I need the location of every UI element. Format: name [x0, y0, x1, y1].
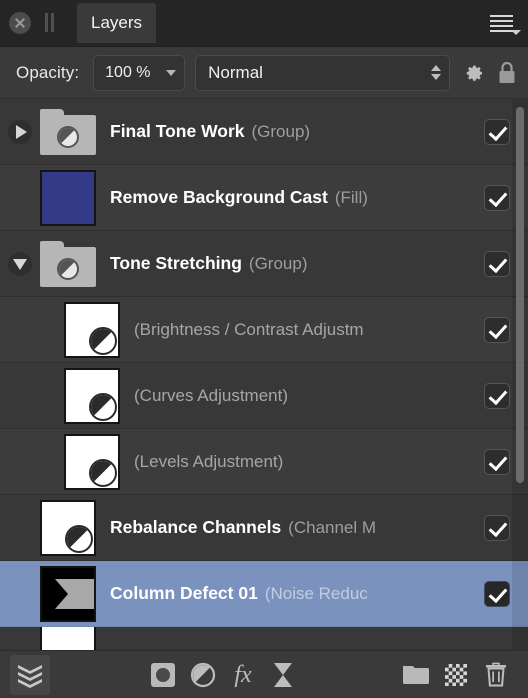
fx-icon[interactable]: fx	[223, 655, 263, 695]
close-icon[interactable]	[9, 11, 31, 34]
blend-mode-select[interactable]: Normal	[195, 54, 450, 91]
tab-layers[interactable]: Layers	[77, 2, 157, 43]
table-row[interactable]: Rebalance Channels (Channel M	[0, 495, 528, 561]
layer-thumbnail[interactable]	[40, 108, 96, 155]
table-row[interactable]: Tone Stretching (Group)	[0, 231, 528, 297]
twisty-spacer	[8, 318, 32, 342]
vertical-scrollbar[interactable]	[512, 99, 528, 650]
checker-new-layer-icon[interactable]	[436, 655, 476, 695]
table-row-partial[interactable]	[0, 627, 528, 650]
twisty-spacer	[8, 582, 32, 606]
layer-name-cell[interactable]: Tone Stretching (Group)	[96, 253, 474, 274]
white-adjustment-thumbnail	[64, 301, 120, 358]
table-row[interactable]: Column Defect 01 (Noise Reduc	[0, 561, 528, 627]
layer-visibility-checkbox[interactable]	[484, 382, 510, 409]
layer-type: (Fill)	[334, 188, 368, 207]
layers-bottom-toolbar: fx	[0, 650, 528, 698]
triangle-right-icon[interactable]	[8, 119, 32, 144]
tab-bar-right-controls	[490, 0, 528, 46]
layer-thumbnail[interactable]	[40, 565, 96, 622]
white-thumbnail	[40, 627, 96, 650]
layer-thumbnail[interactable]	[40, 499, 96, 556]
hourglass-filter-icon[interactable]	[263, 655, 303, 695]
twisty-spacer	[8, 635, 32, 650]
layer-name-cell[interactable]: Final Tone Work (Group)	[96, 121, 474, 142]
layer-visibility-checkbox[interactable]	[484, 316, 510, 343]
layer-name-cell[interactable]: (Curves Adjustment)	[120, 386, 474, 406]
layers-stack-icon[interactable]	[10, 654, 50, 695]
fx-label: fx	[234, 661, 252, 688]
white-adjustment-thumbnail	[64, 367, 120, 424]
scrollbar-thumb[interactable]	[516, 107, 524, 483]
layers-panel: Layers Opacity: 100 % Normal Final Tone …	[0, 0, 528, 698]
layer-name-cell[interactable]: Remove Background Cast (Fill)	[96, 187, 474, 208]
layer-visibility-checkbox[interactable]	[484, 580, 510, 607]
panel-tab-bar: Layers	[0, 0, 528, 47]
layer-type: (Channel M	[288, 518, 377, 537]
chevron-down-icon[interactable]	[166, 69, 177, 76]
layer-options-bar: Opacity: 100 % Normal	[0, 47, 528, 99]
stepper-arrows-icon[interactable]	[431, 65, 441, 80]
white-adjustment-thumbnail	[64, 433, 120, 490]
trash-icon[interactable]	[476, 655, 516, 695]
layer-type: (Group)	[248, 254, 308, 273]
opacity-input[interactable]: 100 %	[93, 54, 186, 91]
layer-name: Column Defect 01	[110, 583, 258, 603]
folder-adjustment-icon	[40, 240, 96, 287]
layer-visibility-checkbox[interactable]	[484, 448, 510, 475]
layer-visibility-checkbox[interactable]	[484, 514, 510, 541]
layer-thumbnail[interactable]	[64, 301, 120, 358]
table-row[interactable]: Final Tone Work (Group)	[0, 99, 528, 165]
solid-color-thumbnail	[40, 169, 96, 226]
folder-adjustment-icon	[40, 108, 96, 155]
layer-name-cell[interactable]: (Brightness / Contrast Adjustm	[120, 320, 474, 340]
twisty-spacer	[8, 450, 32, 474]
layer-name-cell[interactable]: Column Defect 01 (Noise Reduc	[96, 583, 474, 604]
opacity-label: Opacity:	[16, 62, 80, 82]
layer-type: (Levels Adjustment)	[134, 451, 284, 471]
layer-visibility-checkbox[interactable]	[484, 118, 510, 145]
hamburger-menu-icon[interactable]	[490, 10, 521, 36]
black-hourglass-thumbnail	[40, 565, 96, 622]
twisty-spacer	[8, 186, 32, 210]
layer-visibility-checkbox[interactable]	[484, 250, 510, 277]
layer-name-cell[interactable]: (Levels Adjustment)	[120, 452, 474, 472]
table-row[interactable]: (Levels Adjustment)	[0, 429, 528, 495]
table-row[interactable]: (Brightness / Contrast Adjustm	[0, 297, 528, 363]
twisty-spacer	[8, 516, 32, 540]
blend-mode-value: Normal	[208, 62, 263, 82]
table-row[interactable]: Remove Background Cast (Fill)	[0, 165, 528, 231]
layer-thumbnail[interactable]	[64, 367, 120, 424]
twisty-spacer	[8, 384, 32, 408]
table-row[interactable]: (Curves Adjustment)	[0, 363, 528, 429]
layer-name: Final Tone Work	[110, 121, 245, 141]
layer-type: (Group)	[251, 122, 311, 141]
layer-name: Rebalance Channels	[110, 517, 282, 537]
layer-name: Remove Background Cast	[110, 187, 328, 207]
layer-thumbnail[interactable]	[40, 169, 96, 226]
opacity-value: 100 %	[105, 63, 151, 81]
layer-thumbnail[interactable]	[40, 240, 96, 287]
mask-icon[interactable]	[143, 655, 183, 695]
layer-visibility-checkbox[interactable]	[484, 184, 510, 211]
layer-type: (Noise Reduc	[264, 584, 368, 603]
pause-grip-icon[interactable]	[44, 13, 56, 32]
lock-icon[interactable]	[496, 59, 518, 87]
layer-list[interactable]: Final Tone Work (Group) Remove Backgroun…	[0, 99, 528, 650]
layer-type: (Brightness / Contrast Adjustm	[134, 319, 364, 339]
layer-name: Tone Stretching	[110, 253, 242, 273]
adjustment-icon[interactable]	[183, 655, 223, 695]
folder-icon[interactable]	[396, 655, 436, 695]
layer-thumbnail[interactable]	[64, 433, 120, 490]
layer-type: (Curves Adjustment)	[134, 385, 288, 405]
gear-icon[interactable]	[460, 60, 486, 86]
layer-thumbnail[interactable]	[40, 627, 96, 650]
white-adjustment-thumbnail	[40, 499, 96, 556]
triangle-down-icon[interactable]	[8, 251, 32, 276]
tab-bar-left-controls: Layers	[0, 0, 157, 46]
layer-name-cell[interactable]: Rebalance Channels (Channel M	[96, 517, 474, 538]
